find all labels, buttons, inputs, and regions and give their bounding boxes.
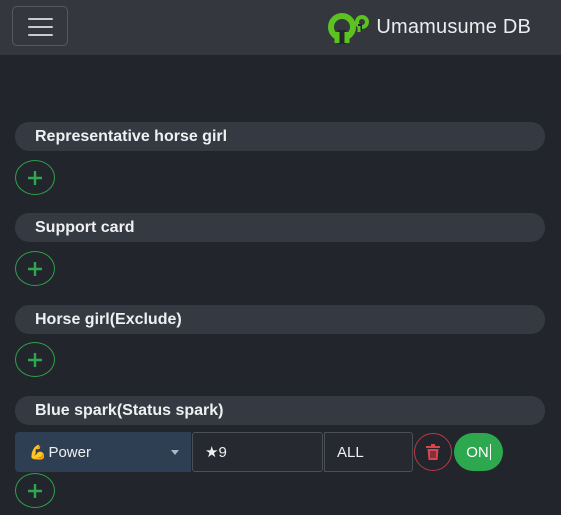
hamburger-menu-button[interactable] [12, 6, 68, 46]
section-header-exclude: Horse girl(Exclude) [15, 305, 545, 334]
plus-icon [28, 352, 42, 367]
trash-icon [426, 444, 440, 460]
stars-input[interactable]: ★9 [192, 432, 323, 472]
target-input[interactable]: ALL [324, 432, 413, 472]
hamburger-menu-icon-bar [28, 34, 53, 36]
navbar: Umamusume DB [0, 0, 561, 55]
section-header-blue-spark: Blue spark(Status spark) [15, 396, 545, 425]
hamburger-menu-icon-bar [28, 26, 53, 28]
hamburger-menu-icon [28, 18, 53, 20]
add-support-card-button[interactable] [15, 251, 55, 286]
muscle-icon: 💪 [29, 443, 47, 460]
stars-input-value: ★9 [205, 444, 227, 461]
add-representative-button[interactable] [15, 160, 55, 195]
brand-link[interactable]: Umamusume DB [328, 10, 531, 44]
chevron-down-icon [171, 450, 179, 455]
plus-icon [28, 483, 42, 498]
section-header-representative: Representative horse girl [15, 122, 545, 151]
on-toggle-label: ON [466, 443, 489, 461]
brand-title: Umamusume DB [376, 15, 531, 38]
status-select[interactable]: 💪 Power [15, 432, 191, 472]
delete-row-button[interactable] [414, 433, 452, 471]
target-input-value: ALL [337, 443, 364, 461]
add-blue-spark-button[interactable] [15, 473, 55, 508]
section-header-support-card: Support card [15, 213, 545, 242]
add-exclude-button[interactable] [15, 342, 55, 377]
status-select-value: Power [48, 443, 91, 461]
blue-spark-row: 💪 Power ★9 ALL ON [15, 432, 545, 472]
uma-logo-icon [328, 13, 370, 44]
plus-icon [28, 170, 42, 185]
plus-icon [28, 261, 42, 276]
on-toggle-button[interactable]: ON [454, 433, 503, 471]
text-cursor [489, 444, 491, 460]
